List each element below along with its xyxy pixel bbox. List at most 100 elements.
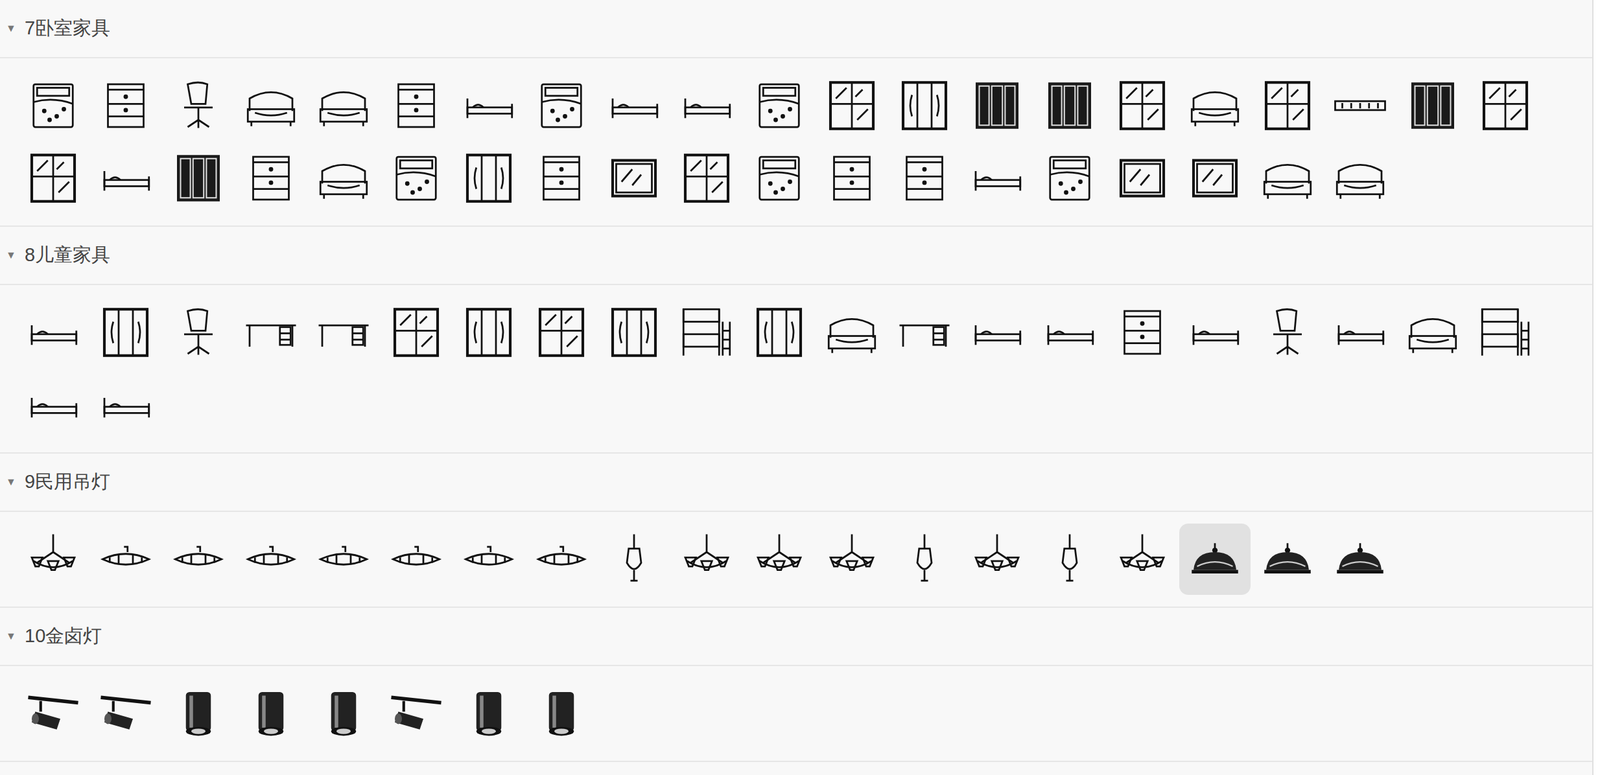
- block-item[interactable]: [1251, 70, 1324, 142]
- collapse-toggle[interactable]: ▼: [3, 474, 19, 491]
- block-item[interactable]: [888, 70, 961, 142]
- block-item[interactable]: [598, 70, 670, 142]
- block-item[interactable]: [235, 296, 307, 369]
- block-item[interactable]: [453, 523, 525, 596]
- block-item[interactable]: [525, 523, 598, 596]
- block-item[interactable]: [1106, 296, 1178, 369]
- block-item[interactable]: [1397, 70, 1469, 142]
- block-item[interactable]: [961, 523, 1033, 596]
- block-item[interactable]: [90, 296, 162, 369]
- block-item[interactable]: [816, 142, 888, 214]
- block-item[interactable]: [598, 523, 670, 596]
- block-item[interactable]: [816, 523, 888, 596]
- block-item[interactable]: [162, 70, 235, 142]
- block-item[interactable]: [961, 70, 1033, 142]
- collapse-toggle[interactable]: ▼: [3, 247, 19, 264]
- block-item[interactable]: [17, 142, 89, 214]
- block-item[interactable]: [1106, 70, 1178, 142]
- bed-plan-icon: [532, 77, 590, 135]
- block-item[interactable]: [380, 70, 452, 142]
- block-item[interactable]: [1179, 296, 1251, 369]
- block-item[interactable]: [1034, 523, 1106, 596]
- block-item[interactable]: [525, 296, 598, 369]
- block-item[interactable]: [453, 142, 525, 214]
- block-item[interactable]: [162, 523, 235, 596]
- block-item[interactable]: [307, 523, 380, 596]
- block-item[interactable]: [1251, 523, 1324, 596]
- block-item[interactable]: [90, 142, 162, 214]
- block-item[interactable]: [670, 70, 743, 142]
- block-item[interactable]: [307, 678, 380, 750]
- block-item[interactable]: [598, 142, 670, 214]
- block-item[interactable]: [1324, 70, 1396, 142]
- block-item[interactable]: [1034, 296, 1106, 369]
- block-item[interactable]: [307, 296, 380, 369]
- category-header[interactable]: ▼7卧室家具: [0, 0, 1593, 59]
- block-item[interactable]: [162, 678, 235, 750]
- block-item[interactable]: [1251, 142, 1324, 214]
- block-item[interactable]: [1397, 296, 1469, 369]
- block-item[interactable]: [888, 142, 961, 214]
- block-item[interactable]: [90, 678, 162, 750]
- block-item[interactable]: [380, 678, 452, 750]
- block-item[interactable]: [525, 678, 598, 750]
- block-item[interactable]: [235, 70, 307, 142]
- block-item[interactable]: [162, 296, 235, 369]
- block-item[interactable]: [235, 523, 307, 596]
- collapse-toggle[interactable]: ▼: [3, 628, 19, 645]
- block-item[interactable]: [380, 523, 452, 596]
- block-item[interactable]: [670, 142, 743, 214]
- block-item[interactable]: [90, 369, 162, 441]
- block-item[interactable]: [525, 142, 598, 214]
- block-item[interactable]: [380, 296, 452, 369]
- block-item[interactable]: [598, 296, 670, 369]
- block-item[interactable]: [17, 523, 89, 596]
- block-item[interactable]: [380, 142, 452, 214]
- block-item[interactable]: [743, 523, 815, 596]
- bed-front-icon: [1186, 77, 1244, 135]
- block-item[interactable]: [162, 142, 235, 214]
- block-item[interactable]: [670, 523, 743, 596]
- block-item[interactable]: [670, 296, 743, 369]
- block-item[interactable]: [743, 142, 815, 214]
- block-item[interactable]: [961, 142, 1033, 214]
- block-item[interactable]: [307, 70, 380, 142]
- block-item[interactable]: [1034, 142, 1106, 214]
- block-item[interactable]: [1106, 142, 1178, 214]
- block-item[interactable]: [1324, 523, 1396, 596]
- block-item[interactable]: [235, 142, 307, 214]
- block-item[interactable]: [453, 296, 525, 369]
- block-item[interactable]: [1106, 523, 1178, 596]
- block-item[interactable]: [1469, 70, 1542, 142]
- block-item[interactable]: [453, 678, 525, 750]
- block-item[interactable]: [961, 296, 1033, 369]
- block-item[interactable]: [1179, 70, 1251, 142]
- block-item[interactable]: [816, 296, 888, 369]
- block-item[interactable]: [1179, 142, 1251, 214]
- block-item[interactable]: [1251, 296, 1324, 369]
- category-header[interactable]: ▼8儿童家具: [0, 226, 1593, 286]
- block-item[interactable]: [1034, 70, 1106, 142]
- block-item[interactable]: [1324, 142, 1396, 214]
- block-item[interactable]: [17, 678, 89, 750]
- block-item[interactable]: [1469, 296, 1542, 369]
- block-item[interactable]: [888, 296, 961, 369]
- block-item[interactable]: [90, 70, 162, 142]
- block-item[interactable]: [17, 70, 89, 142]
- block-item[interactable]: [235, 678, 307, 750]
- block-item[interactable]: [307, 142, 380, 214]
- block-item[interactable]: [743, 70, 815, 142]
- collapse-toggle[interactable]: ▼: [3, 20, 19, 37]
- category-header[interactable]: ▼9民用吊灯: [0, 453, 1593, 513]
- block-item[interactable]: [525, 70, 598, 142]
- block-item[interactable]: [816, 70, 888, 142]
- block-item[interactable]: [1179, 523, 1251, 596]
- category-header[interactable]: ▼10金卤灯: [0, 608, 1593, 667]
- block-item[interactable]: [17, 369, 89, 441]
- block-item[interactable]: [888, 523, 961, 596]
- block-item[interactable]: [453, 70, 525, 142]
- block-item[interactable]: [1324, 296, 1396, 369]
- block-item[interactable]: [743, 296, 815, 369]
- block-item[interactable]: [90, 523, 162, 596]
- block-item[interactable]: [17, 296, 89, 369]
